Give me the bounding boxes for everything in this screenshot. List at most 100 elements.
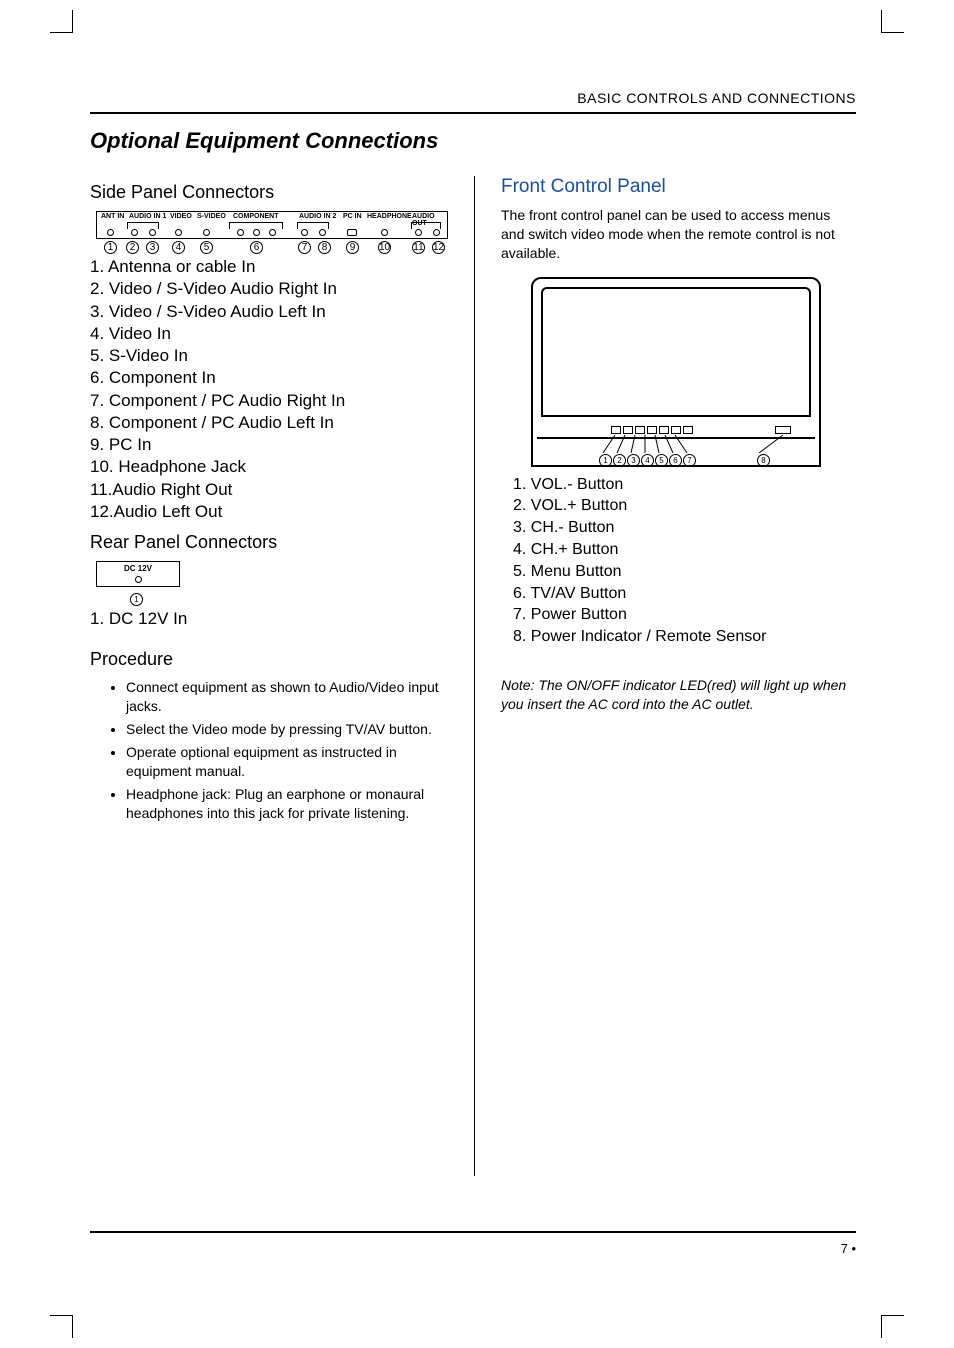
rear-panel-heading: Rear Panel Connectors [90, 532, 448, 553]
tv-button-icon [611, 426, 621, 434]
front-panel-list: 1. VOL.- Button 2. VOL.+ Button 3. CH.- … [513, 475, 856, 648]
list-item: 10. Headphone Jack [90, 456, 448, 477]
tv-screen [541, 287, 811, 417]
port-label-ant: ANT IN [101, 213, 124, 220]
num-1: 1 [130, 593, 143, 606]
list-item: 1. DC 12V In [90, 608, 448, 629]
side-panel-heading: Side Panel Connectors [90, 182, 448, 203]
tv-sensor-icon [775, 426, 791, 434]
num-4: 4 [172, 241, 185, 254]
num-1: 1 [104, 241, 117, 254]
list-item: 4. CH.+ Button [513, 540, 856, 561]
crop-mark-br [881, 1315, 904, 1338]
list-item: Operate optional equipment as instructed… [126, 743, 448, 781]
tv-button-icon [635, 426, 645, 434]
list-item: 6. Component In [90, 367, 448, 388]
procedure-heading: Procedure [90, 649, 448, 670]
jack-icon [381, 229, 388, 236]
jack-icon [107, 229, 114, 236]
front-panel-desc: The front control panel can be used to a… [501, 206, 856, 263]
jack-icon [269, 229, 276, 236]
list-item: 3. CH.- Button [513, 518, 856, 539]
page-footer: 7 • [90, 1231, 856, 1256]
num-2: 2 [126, 241, 139, 254]
num-3: 3 [627, 454, 640, 467]
num-1: 1 [599, 454, 612, 467]
bracket-icon [127, 222, 159, 229]
port-label-component: COMPONENT [233, 213, 279, 220]
left-column: Side Panel Connectors ANT IN AUDIO IN 1 … [90, 176, 474, 1176]
list-item: 4. Video In [90, 323, 448, 344]
num-5: 5 [200, 241, 213, 254]
port-label-audio2: AUDIO IN 2 [299, 213, 336, 220]
page-number-value: 7 [841, 1241, 848, 1256]
num-6: 6 [669, 454, 682, 467]
num-6: 6 [250, 241, 263, 254]
jack-icon [319, 229, 326, 236]
num-10: 10 [378, 241, 391, 254]
num-9: 9 [346, 241, 359, 254]
num-8: 8 [757, 454, 770, 467]
list-item: 5. Menu Button [513, 562, 856, 583]
list-item: 12.Audio Left Out [90, 501, 448, 522]
list-item: 1. Antenna or cable In [90, 256, 448, 277]
page-number: 7 • [90, 1241, 856, 1256]
num-7: 7 [298, 241, 311, 254]
num-11: 11 [412, 241, 425, 254]
tv-diagram: 1 2 3 4 5 6 7 8 [531, 277, 821, 467]
side-panel-diagram: ANT IN AUDIO IN 1 VIDEO S-VIDEO COMPONEN… [96, 211, 448, 239]
tv-button-icon [659, 426, 669, 434]
jack-icon [347, 229, 357, 236]
right-column: Front Control Panel The front control pa… [474, 176, 856, 1176]
list-item: 1. VOL.- Button [513, 475, 856, 496]
lead-lines-icon [531, 435, 821, 453]
list-item: 8. Power Indicator / Remote Sensor [513, 627, 856, 648]
list-item: 11.Audio Right Out [90, 479, 448, 500]
tv-button-icon [671, 426, 681, 434]
jack-icon [301, 229, 308, 236]
jack-icon [131, 229, 138, 236]
front-panel-heading: Front Control Panel [501, 176, 856, 198]
side-panel-numbers: 1 2 3 4 5 6 7 8 9 10 11 12 [96, 241, 448, 255]
page-content: BASIC CONTROLS AND CONNECTIONS Optional … [90, 90, 856, 1258]
tv-number-row: 1 2 3 4 5 6 7 8 [531, 454, 821, 467]
list-item: 2. Video / S-Video Audio Right In [90, 278, 448, 299]
list-item: 9. PC In [90, 434, 448, 455]
list-item: 8. Component / PC Audio Left In [90, 412, 448, 433]
jack-icon [175, 229, 182, 236]
bracket-icon [297, 222, 329, 229]
port-label-video: VIDEO [170, 213, 192, 220]
crop-mark-tl [50, 10, 73, 33]
tv-button-icon [647, 426, 657, 434]
num-4: 4 [641, 454, 654, 467]
tv-button-icon [623, 426, 633, 434]
list-item: 5. S-Video In [90, 345, 448, 366]
num-12: 12 [432, 241, 445, 254]
list-item: 3. Video / S-Video Audio Left In [90, 301, 448, 322]
procedure-list: Connect equipment as shown to Audio/Vide… [90, 678, 448, 822]
tv-buttons [611, 426, 693, 434]
num-8: 8 [318, 241, 331, 254]
tv-button-icon [683, 426, 693, 434]
page-title: Optional Equipment Connections [90, 128, 856, 154]
rear-port-label: DC 12V [97, 562, 179, 573]
crop-mark-tr [881, 10, 904, 33]
side-panel-list: 1. Antenna or cable In 2. Video / S-Vide… [90, 256, 448, 522]
spacer [697, 454, 757, 467]
crop-mark-bl [50, 1315, 73, 1338]
jack-icon [415, 229, 422, 236]
two-column-layout: Side Panel Connectors ANT IN AUDIO IN 1 … [90, 176, 856, 1176]
jack-icon [433, 229, 440, 236]
port-label-pcin: PC IN [343, 213, 362, 220]
jack-icon [135, 576, 142, 583]
rear-panel-list: 1. DC 12V In [90, 608, 448, 629]
num-7: 7 [683, 454, 696, 467]
num-3: 3 [146, 241, 159, 254]
list-item: Connect equipment as shown to Audio/Vide… [126, 678, 448, 716]
list-item: 2. VOL.+ Button [513, 496, 856, 517]
jack-icon [237, 229, 244, 236]
list-item: 7. Component / PC Audio Right In [90, 390, 448, 411]
jack-icon [149, 229, 156, 236]
bracket-icon [229, 222, 283, 229]
port-label-audio1: AUDIO IN 1 [129, 213, 166, 220]
